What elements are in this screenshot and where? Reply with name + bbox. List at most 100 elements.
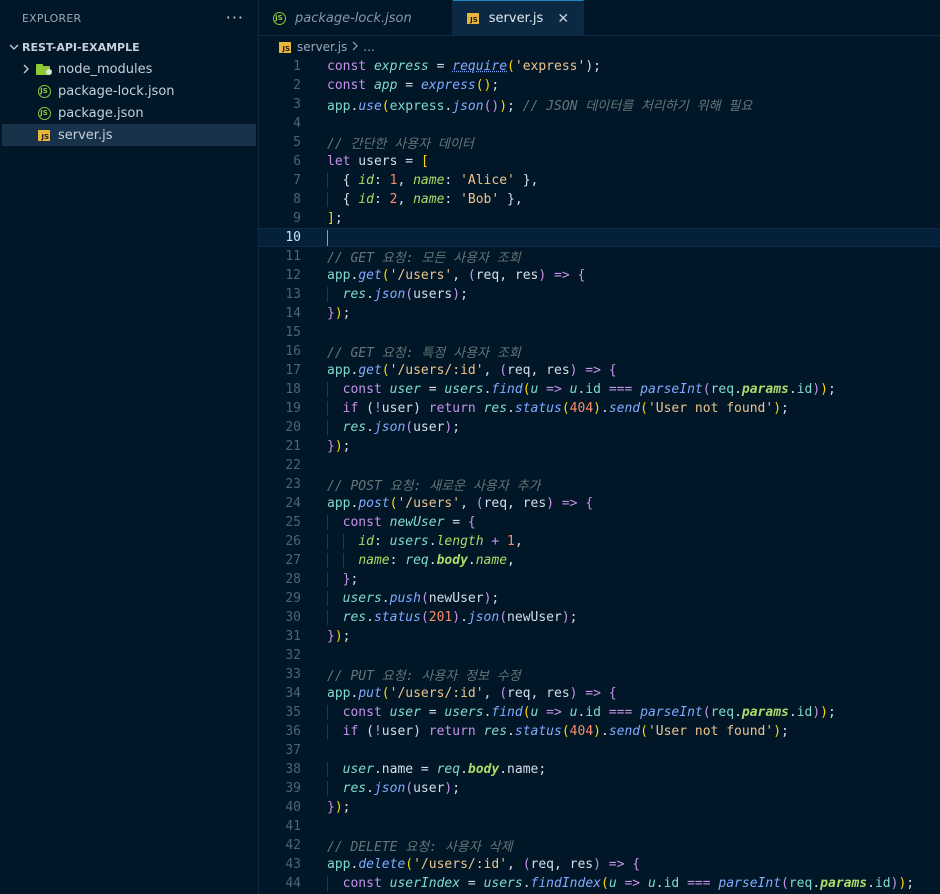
code-line[interactable]: 5 // 간단한 사용자 데이터	[259, 133, 940, 152]
code-text: });	[301, 800, 350, 815]
code-line[interactable]: 30 res.status(201).json(newUser);	[259, 608, 940, 627]
code-line[interactable]: 36 if (!user) return res.status(404).sen…	[259, 722, 940, 741]
code-token: .	[366, 781, 374, 796]
code-line[interactable]: 42 // DELETE 요청: 사용자 삭제	[259, 836, 940, 855]
code-line[interactable]: 25 const newUser = {	[259, 513, 940, 532]
code-token: .	[460, 610, 468, 625]
code-token: req	[405, 553, 429, 568]
code-line[interactable]: 44 const userIndex = users.findIndex(u =…	[259, 874, 940, 893]
code-token: {	[608, 686, 617, 701]
code-line[interactable]: 15	[259, 323, 940, 342]
code-token: users	[444, 705, 484, 720]
code-line[interactable]: 3 app.use(express.json()); // JSON 데이터를 처…	[259, 95, 940, 114]
line-number: 16	[285, 344, 301, 359]
code-token: newUser	[507, 610, 562, 625]
breadcrumb-symbol[interactable]: ...	[363, 40, 374, 54]
code-line[interactable]: 26 id: users.length + 1,	[259, 532, 940, 551]
code-line[interactable]: 7 { id: 1, name: 'Alice' },	[259, 171, 940, 190]
code-line[interactable]: 1 const express = require('express');	[259, 57, 940, 76]
code-line[interactable]: 38 user.name = req.body.name;	[259, 760, 940, 779]
code-line[interactable]: 4	[259, 114, 940, 133]
code-line[interactable]: 17 app.get('/users/:id', (req, res) => {	[259, 361, 940, 380]
code-comment: // 간단한 사용자 데이터	[327, 137, 474, 152]
code-line[interactable]: 41	[259, 817, 940, 836]
code-token: )	[773, 401, 782, 416]
code-token: .	[522, 876, 531, 891]
code-token: userIndex	[389, 876, 461, 891]
code-line[interactable]: 33 // PUT 요청: 사용자 정보 수정	[259, 665, 940, 684]
code-line[interactable]: 40});	[259, 798, 940, 817]
code-token: const	[342, 515, 382, 530]
tab-label: server.js	[488, 11, 544, 26]
code-line[interactable]: 31});	[259, 627, 940, 646]
code-token: ;	[828, 382, 836, 397]
code-line[interactable]: 6 let users = [	[259, 152, 940, 171]
code-editor[interactable]: 1 const express = require('express'); 2 con…	[259, 57, 940, 894]
line-number: 22	[285, 458, 301, 473]
code-token: name	[507, 762, 539, 777]
tree-item-server-js[interactable]: JS server.js	[2, 124, 256, 146]
code-line[interactable]: 27 name: req.body.name,	[259, 551, 940, 570]
workspace-root-folder[interactable]: REST-API-EXAMPLE	[0, 36, 258, 58]
breadcrumb-file[interactable]: server.js	[297, 40, 347, 54]
code-line[interactable]: 37	[259, 741, 940, 760]
code-line[interactable]: 16 // GET 요청: 특정 사용자 조회	[259, 342, 940, 361]
code-token: :	[373, 192, 390, 207]
code-token: 404	[569, 724, 594, 739]
code-line[interactable]: 22	[259, 456, 940, 475]
code-token: (	[522, 857, 531, 872]
code-line[interactable]: 20 res.json(user);	[259, 418, 940, 437]
code-text: res.json(user);	[301, 420, 460, 435]
code-line[interactable]: 11 // GET 요청: 모든 사용자 조회	[259, 247, 940, 266]
code-line[interactable]: 10	[259, 228, 940, 247]
code-token: ;	[491, 591, 500, 606]
code-line[interactable]: 14});	[259, 304, 940, 323]
line-number: 36	[285, 724, 301, 739]
code-text: };	[301, 572, 358, 587]
code-text: const newUser = {	[301, 515, 476, 530]
code-line[interactable]: 8 { id: 2, name: 'Bob' },	[259, 190, 940, 209]
code-line[interactable]: 12 app.get('/users', (req, res) => {	[259, 266, 940, 285]
tab-server-js[interactable]: JS server.js ✕	[452, 0, 585, 36]
code-line[interactable]: 43 app.delete('/users/:id', (req, res) =>…	[259, 855, 940, 874]
tree-item-node-modules[interactable]: node_modules	[0, 58, 258, 80]
close-icon[interactable]: ✕	[555, 11, 571, 27]
code-line[interactable]: 24 app.post('/users', (req, res) => {	[259, 494, 940, 513]
code-line[interactable]: 34 app.put('/users/:id', (req, res) => {	[259, 684, 940, 703]
line-number: 38	[285, 762, 301, 777]
code-line[interactable]: 28 };	[259, 570, 940, 589]
code-token: )	[773, 724, 782, 739]
code-line[interactable]: 39 res.json(user);	[259, 779, 940, 798]
tree-item-package-json[interactable]: JS package.json	[0, 102, 258, 124]
code-token: newUser	[428, 591, 484, 606]
line-number: 4	[293, 116, 301, 131]
code-token: )	[593, 724, 601, 739]
code-line[interactable]: 9];	[259, 209, 940, 228]
code-text: // PUT 요청: 사용자 정보 수정	[301, 665, 521, 684]
code-line[interactable]: 19 if (!user) return res.status(404).sen…	[259, 399, 940, 418]
code-token: json	[373, 287, 406, 302]
code-line[interactable]: 29 users.push(newUser);	[259, 589, 940, 608]
code-line[interactable]: 21});	[259, 437, 940, 456]
code-token: parseInt	[640, 705, 703, 720]
code-line[interactable]: 23 // POST 요청: 새로운 사용자 추가	[259, 475, 940, 494]
code-token: ,	[397, 192, 414, 207]
code-token: res	[342, 610, 367, 625]
code-token: =>	[546, 268, 578, 283]
code-line[interactable]: 18 const user = users.find(u => u.id ===…	[259, 380, 940, 399]
code-line[interactable]: 32	[259, 646, 940, 665]
js-file-icon: JS	[36, 127, 52, 143]
code-token: findIndex	[530, 876, 601, 891]
tab-package-lock-json[interactable]: JS package-lock.json	[259, 0, 453, 36]
code-token: req	[710, 382, 735, 397]
more-actions-icon[interactable]: ···	[226, 10, 244, 26]
code-line[interactable]: 2 const app = express();	[259, 76, 940, 95]
code-line[interactable]: 13 res.json(users);	[259, 285, 940, 304]
code-token: )	[546, 496, 555, 511]
code-line[interactable]: 35 const user = users.find(u => u.id ===…	[259, 703, 940, 722]
tree-item-package-lock-json[interactable]: JS package-lock.json	[0, 80, 258, 102]
code-token: {	[632, 857, 641, 872]
code-token: req	[710, 705, 735, 720]
